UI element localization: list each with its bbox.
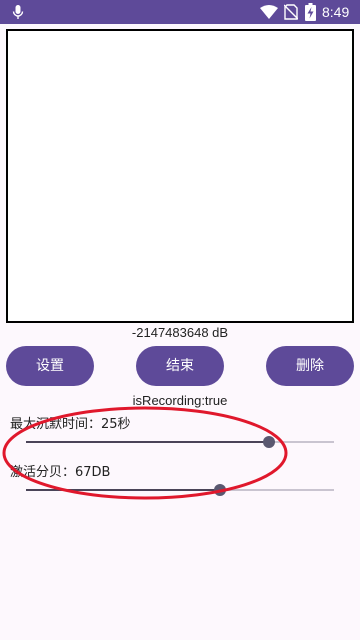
microphone-icon [12,5,24,19]
slider-thumb[interactable] [214,484,226,496]
activation-db-label: 激活分贝：67DB [10,465,111,480]
slider-track-inactive [269,441,334,443]
slider-track-active [26,441,269,443]
status-bar: 8:49 [0,0,360,24]
decibel-readout: -2147483648 dB [131,325,229,340]
delete-button[interactable]: 删除 [266,346,354,386]
waveform-canvas [6,29,354,323]
max-silence-label: 最大沉默时间：25秒 [10,417,131,432]
wifi-icon [260,5,278,19]
battery-charging-icon [305,3,316,21]
slider-track-active [26,489,220,491]
slider-track-inactive [220,489,334,491]
recording-status: isRecording:true [132,393,228,408]
slider-thumb[interactable] [263,436,275,448]
max-silence-slider[interactable] [26,434,334,450]
no-sim-icon [284,4,298,20]
stop-button[interactable]: 结束 [136,346,224,386]
settings-button[interactable]: 设置 [6,346,94,386]
activation-db-slider[interactable] [26,482,334,498]
status-time: 8:49 [322,4,350,20]
